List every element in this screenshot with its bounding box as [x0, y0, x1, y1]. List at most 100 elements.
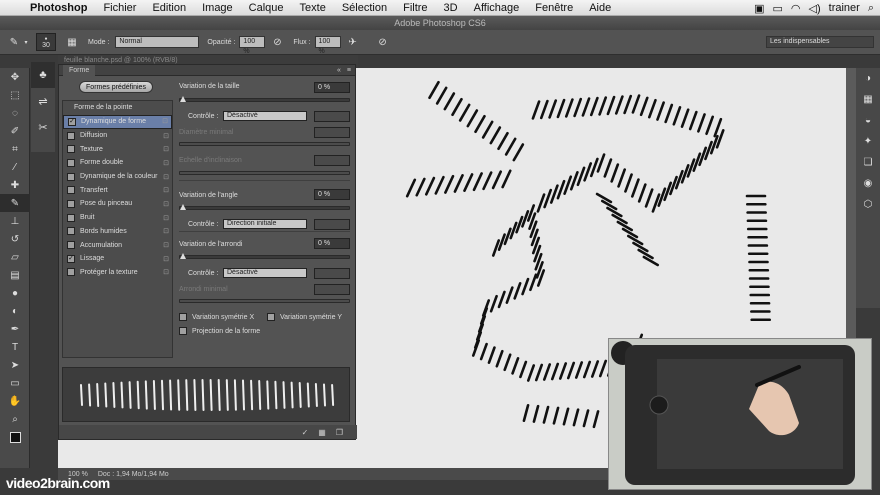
- menu-affichage[interactable]: Affichage: [466, 2, 528, 14]
- menu-image[interactable]: Image: [194, 2, 241, 14]
- brush-tool-icon[interactable]: ✎: [0, 194, 30, 212]
- brush-option-item[interactable]: Bruit ⊡: [63, 211, 172, 225]
- brush-presets-dock-icon[interactable]: ♣: [31, 62, 55, 88]
- projection-checkbox[interactable]: Projection de la forme: [179, 327, 260, 335]
- menu-selection[interactable]: Sélection: [334, 2, 395, 14]
- color-panel-icon[interactable]: ◑: [856, 68, 880, 89]
- adjustments-panel-icon[interactable]: ◒: [856, 110, 880, 131]
- workspace-select[interactable]: Les indispensables: [766, 36, 874, 48]
- lock-icon[interactable]: ⊡: [163, 145, 169, 153]
- mode-select[interactable]: Normal: [115, 36, 200, 48]
- lock-icon[interactable]: ⊡: [163, 200, 169, 208]
- new-preset-icon[interactable]: ❐: [336, 428, 343, 437]
- checkbox-box[interactable]: [67, 241, 75, 250]
- layers-panel-icon[interactable]: ❏: [856, 152, 880, 173]
- battery-icon[interactable]: ▭: [773, 2, 783, 15]
- hand-tool-icon[interactable]: ✋: [0, 392, 30, 410]
- checkbox-box[interactable]: [67, 199, 75, 208]
- lock-icon[interactable]: ⊡: [163, 173, 169, 181]
- user-name[interactable]: trainer: [829, 2, 860, 14]
- menu-fichier[interactable]: Fichier: [95, 2, 144, 14]
- tool-presets-dock-icon[interactable]: ⇌: [31, 88, 55, 114]
- healing-brush-tool-icon[interactable]: ✚: [0, 176, 30, 194]
- brush-option-item[interactable]: Protéger la texture ⊡: [63, 266, 172, 280]
- lock-icon[interactable]: ⊡: [163, 186, 169, 194]
- checkbox-box[interactable]: [67, 227, 75, 236]
- control-select-2[interactable]: Direction initiale: [223, 219, 307, 229]
- stamp-tool-icon[interactable]: ⊥: [0, 212, 30, 230]
- document-canvas-lower[interactable]: [58, 440, 356, 468]
- panel-menu-icon[interactable]: ≡: [347, 67, 351, 74]
- checkbox-box[interactable]: [67, 186, 75, 195]
- checkbox-box[interactable]: [179, 313, 187, 321]
- brush-option-item[interactable]: Forme double ⊡: [63, 156, 172, 170]
- lock-icon[interactable]: ⊡: [163, 255, 169, 263]
- checkbox-box[interactable]: [67, 172, 75, 181]
- flow-field[interactable]: 100 %: [314, 36, 341, 55]
- brush-option-item[interactable]: Dynamique de la couleur ⊡: [63, 170, 172, 184]
- menu-texte[interactable]: Texte: [292, 2, 334, 14]
- checkbox-box[interactable]: [67, 158, 75, 167]
- brush-option-item[interactable]: ✓ Dynamique de forme ⊡: [63, 115, 172, 129]
- brush-option-item[interactable]: ✓ Lissage ⊡: [63, 252, 172, 266]
- checkbox-box[interactable]: [67, 145, 75, 154]
- lock-icon[interactable]: ⊡: [163, 214, 169, 222]
- airbrush-icon[interactable]: ✈: [345, 34, 361, 50]
- brush-option-item[interactable]: Pose du pinceau ⊡: [63, 197, 172, 211]
- blur-tool-icon[interactable]: ●: [0, 284, 30, 302]
- shape-tool-icon[interactable]: ▭: [0, 374, 30, 392]
- brush-tool-preset-icon[interactable]: ✎: [6, 34, 22, 50]
- eyedropper-tool-icon[interactable]: ⁄: [0, 158, 30, 176]
- lock-icon[interactable]: ⊡: [162, 118, 168, 126]
- quick-selection-tool-icon[interactable]: ✐: [0, 122, 30, 140]
- lock-icon[interactable]: ⊡: [163, 241, 169, 249]
- history-brush-tool-icon[interactable]: ↺: [0, 230, 30, 248]
- brush-option-item[interactable]: Texture ⊡: [63, 142, 172, 156]
- roundness-jitter-slider[interactable]: [179, 253, 350, 259]
- lock-icon[interactable]: ⊡: [163, 159, 169, 167]
- brush-option-item[interactable]: Transfert ⊡: [63, 183, 172, 197]
- brush-size-picker[interactable]: ● 30: [36, 33, 56, 51]
- brush-option-item[interactable]: Accumulation ⊡: [63, 238, 172, 252]
- zoom-tool-icon[interactable]: ⌕: [0, 410, 30, 428]
- eraser-tool-icon[interactable]: ▱: [0, 248, 30, 266]
- brush-tip-shape-item[interactable]: Forme de la pointe: [63, 101, 172, 115]
- path-selection-tool-icon[interactable]: ➤: [0, 356, 30, 374]
- size-jitter-slider[interactable]: [179, 96, 350, 102]
- menu-fenetre[interactable]: Fenêtre: [527, 2, 581, 14]
- brush-presets-button[interactable]: Formes prédéfinies: [79, 81, 153, 93]
- tab-forme[interactable]: Forme: [63, 64, 96, 76]
- brush-panel-toggle-icon[interactable]: ▦: [64, 34, 80, 50]
- lock-icon[interactable]: ⊡: [163, 268, 169, 276]
- marquee-tool-icon[interactable]: ⬚: [0, 86, 30, 104]
- checkbox-box[interactable]: [67, 213, 75, 222]
- roundness-jitter-field[interactable]: 0 %: [314, 238, 350, 249]
- brush-option-item[interactable]: Bords humides ⊡: [63, 225, 172, 239]
- toggle-live-tip-icon[interactable]: ✓: [302, 428, 309, 437]
- checkbox-box[interactable]: [267, 313, 275, 321]
- menu-aide[interactable]: Aide: [581, 2, 619, 14]
- pen-tool-icon[interactable]: ✒: [0, 320, 30, 338]
- lasso-tool-icon[interactable]: ◌: [0, 104, 30, 122]
- flip-y-checkbox[interactable]: Variation symétrie Y: [267, 313, 342, 321]
- channels-panel-icon[interactable]: ◉: [856, 173, 880, 194]
- checkbox-box[interactable]: [67, 268, 75, 277]
- pressure-size-icon[interactable]: ⊘: [375, 34, 391, 50]
- checkbox-box[interactable]: [67, 131, 75, 140]
- brush-option-item[interactable]: Diffusion ⊡: [63, 129, 172, 143]
- menu-calque[interactable]: Calque: [241, 2, 292, 14]
- chevron-down-icon[interactable]: ▾: [22, 34, 30, 50]
- grid-icon[interactable]: ▦: [318, 428, 326, 437]
- menu-3d[interactable]: 3D: [436, 2, 466, 14]
- checkbox-box[interactable]: ✓: [68, 117, 76, 126]
- crop-tool-icon[interactable]: ⌗: [0, 140, 30, 158]
- opacity-field[interactable]: 100 %: [239, 36, 266, 55]
- slider-knob[interactable]: [180, 204, 186, 210]
- menu-app[interactable]: Photoshop: [22, 2, 95, 14]
- control-select-1[interactable]: Désactivé: [223, 111, 307, 121]
- lock-icon[interactable]: ⊡: [163, 132, 169, 140]
- color-swatches-icon[interactable]: [0, 428, 30, 446]
- paths-panel-icon[interactable]: ⬡: [856, 194, 880, 215]
- checkbox-box[interactable]: [179, 327, 187, 335]
- control-select-3[interactable]: Désactivé: [223, 268, 307, 278]
